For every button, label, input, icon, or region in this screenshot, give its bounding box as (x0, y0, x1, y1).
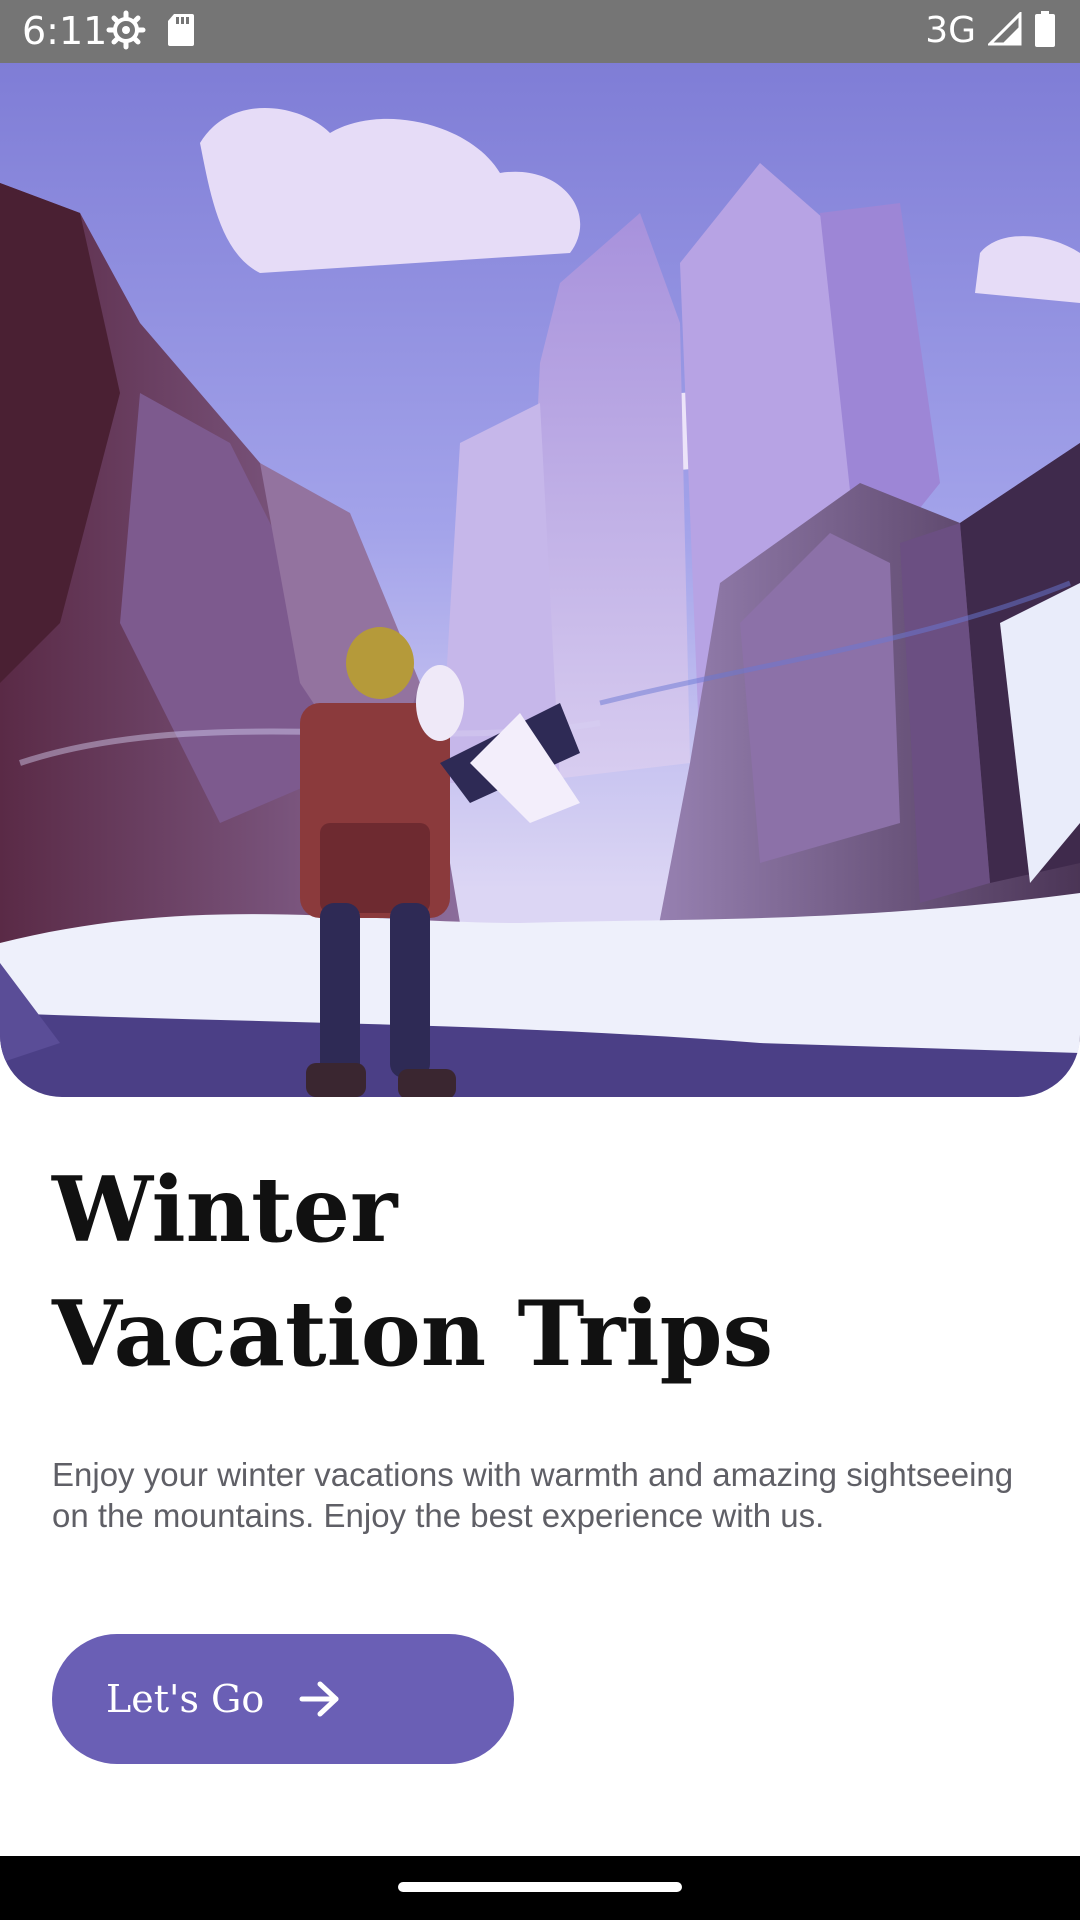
title-line-1: Winter (52, 1157, 398, 1263)
settings-icon (106, 10, 146, 54)
battery-icon (1034, 11, 1056, 51)
signal-icon (986, 10, 1022, 50)
description-text: Enjoy your winter vacations with warmth … (52, 1456, 1014, 1534)
arrow-right-icon (298, 1680, 342, 1718)
hero-illustration (0, 63, 1080, 1097)
title-line-2: Vacation Trips (52, 1281, 774, 1387)
lets-go-label: Let's Go (106, 1677, 265, 1721)
page-title: Winter Vacation Trips (52, 1148, 1032, 1396)
lets-go-button[interactable]: Let's Go (52, 1634, 514, 1764)
sd-card-icon (166, 12, 196, 52)
status-left-icons (106, 10, 196, 54)
home-gesture-handle[interactable] (398, 1882, 682, 1892)
status-time: 6:11 (22, 9, 108, 53)
network-type: 3G (925, 10, 976, 51)
winter-mountain-hiker-illustration (0, 63, 1080, 1097)
status-right: 3G (925, 8, 1056, 54)
status-bar: 6:11 3G (0, 0, 1080, 63)
